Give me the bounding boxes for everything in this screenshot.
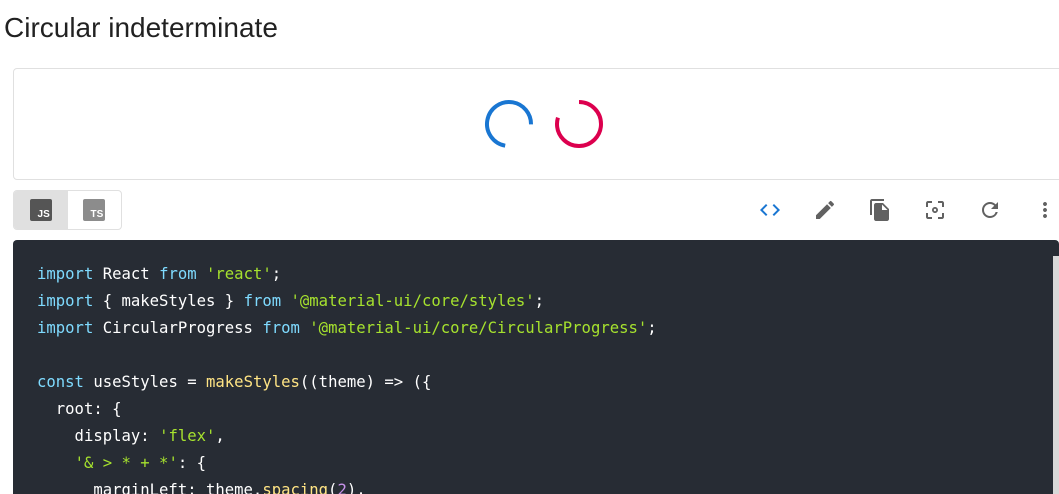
more-vert-icon bbox=[1043, 202, 1047, 218]
demo-preview bbox=[13, 68, 1059, 180]
code-token: from bbox=[243, 292, 282, 310]
code-block: import React from 'react'; import { makeS… bbox=[13, 240, 1059, 494]
circular-progress-primary bbox=[485, 100, 533, 148]
code-line: root: { bbox=[37, 396, 657, 423]
code-token: ; bbox=[534, 292, 545, 310]
code-token: : { bbox=[177, 454, 207, 472]
code-token: const bbox=[37, 373, 84, 391]
circular-progress-secondary bbox=[555, 100, 603, 148]
refresh-icon bbox=[982, 202, 998, 218]
code-token: ((theme) => ({ bbox=[299, 373, 432, 391]
edit-in-sandbox-button[interactable] bbox=[809, 194, 841, 226]
code-token: 'react' bbox=[206, 265, 272, 283]
language-ts-label: TS bbox=[90, 209, 104, 220]
reset-focus-button[interactable] bbox=[919, 194, 951, 226]
reset-demo-button[interactable] bbox=[974, 194, 1006, 226]
code-token: import bbox=[37, 265, 94, 283]
code-token: from bbox=[262, 319, 300, 337]
copy-icon bbox=[870, 199, 889, 221]
code-line: import CircularProgress from '@material-… bbox=[37, 315, 657, 342]
code-token: 2 bbox=[337, 481, 347, 494]
code-line: marginLeft: theme.spacing(2), bbox=[37, 477, 657, 494]
code-token: '@material-ui/core/styles' bbox=[290, 292, 535, 310]
reset-focus-icon bbox=[926, 201, 944, 219]
code-token: { makeStyles } bbox=[93, 292, 244, 310]
code-token: '& > * + *' bbox=[74, 454, 178, 472]
code-token: ; bbox=[647, 319, 657, 337]
typescript-icon: TS bbox=[83, 199, 106, 221]
code-line: const useStyles = makeStyles((theme) => … bbox=[37, 369, 657, 396]
demo-toolbar: JS TS bbox=[13, 190, 1059, 230]
code-token: display: bbox=[37, 427, 160, 445]
code-token: import bbox=[37, 319, 94, 337]
code-token: CircularProgress bbox=[93, 319, 263, 337]
code-token: marginLeft: theme. bbox=[37, 481, 263, 494]
javascript-icon: JS bbox=[29, 199, 52, 221]
page-title: Circular indeterminate bbox=[4, 12, 278, 43]
language-js-label: JS bbox=[37, 209, 50, 220]
source-code: import React from 'react'; import { makeS… bbox=[37, 261, 657, 494]
code-token: '@material-ui/core/CircularProgress' bbox=[309, 319, 648, 337]
spinner-secondary bbox=[554, 99, 604, 149]
code-token: ; bbox=[271, 265, 282, 283]
language-ts-button[interactable]: TS bbox=[68, 191, 122, 229]
more-options-button[interactable] bbox=[1029, 194, 1059, 226]
language-js-button[interactable]: JS bbox=[14, 191, 68, 229]
code-token: makeStyles bbox=[206, 373, 300, 391]
code-token: from bbox=[159, 265, 197, 283]
code-line: import { makeStyles } from '@material-ui… bbox=[37, 288, 657, 315]
code-token: , bbox=[215, 427, 225, 445]
language-toggle: JS TS bbox=[13, 190, 122, 230]
code-token: ), bbox=[346, 481, 366, 494]
code-token: root: { bbox=[37, 400, 122, 418]
edit-icon bbox=[816, 200, 835, 219]
code-token: spacing bbox=[262, 481, 329, 494]
code-line: '& > * + *': { bbox=[37, 450, 657, 477]
code-token: 'flex' bbox=[159, 427, 216, 445]
code-scrollbar[interactable] bbox=[1053, 256, 1059, 494]
code-icon bbox=[760, 204, 780, 216]
code-token: React bbox=[93, 265, 160, 283]
copy-source-button[interactable] bbox=[864, 194, 896, 226]
code-token: useStyles = bbox=[83, 373, 207, 391]
code-line: import React from 'react'; bbox=[37, 261, 657, 288]
code-line: display: 'flex', bbox=[37, 423, 657, 450]
show-source-button[interactable] bbox=[754, 194, 786, 226]
code-token: import bbox=[37, 292, 94, 310]
spinner-primary bbox=[484, 99, 534, 149]
